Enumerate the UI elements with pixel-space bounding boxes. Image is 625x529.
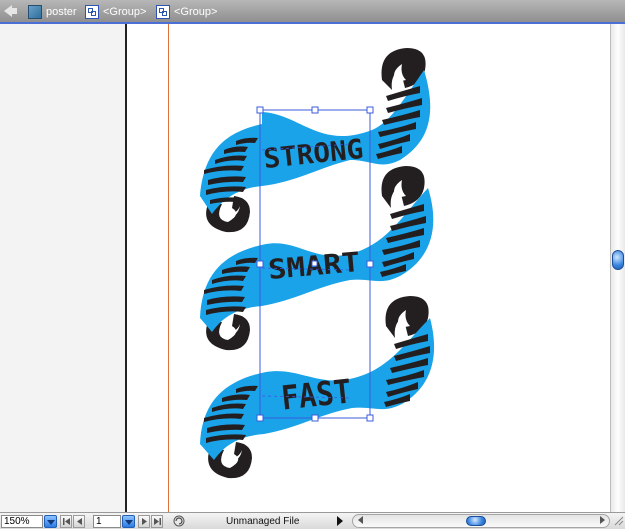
back-arrow-tail[interactable]	[12, 8, 17, 14]
next-page-icon	[142, 518, 147, 525]
scroll-left-arrow-icon[interactable]	[358, 516, 363, 524]
page-number-field[interactable]: 1	[93, 515, 121, 528]
zoom-dropdown-button[interactable]	[44, 515, 57, 528]
horizontal-scroll-thumb[interactable]	[466, 516, 486, 526]
horizontal-scrollbar[interactable]	[352, 514, 610, 528]
zoom-level-field[interactable]: 150%	[1, 515, 43, 528]
breadcrumb-label: <Group>	[103, 6, 147, 18]
banner-strong[interactable]: STRONG	[200, 48, 431, 233]
banner-text-fast: FAST	[279, 371, 353, 417]
breadcrumb-item-group-2[interactable]: <Group>	[156, 4, 217, 20]
version-cue-icon[interactable]	[173, 515, 185, 527]
banner-artwork[interactable]: STRONG SMART FAST	[0, 24, 610, 512]
last-page-button[interactable]	[151, 515, 163, 528]
previous-page-icon	[77, 518, 82, 525]
previous-page-button[interactable]	[73, 515, 85, 528]
breadcrumb-item-group-1[interactable]: <Group>	[85, 4, 146, 20]
page-dropdown-button[interactable]	[122, 515, 135, 528]
back-arrow-icon[interactable]	[4, 5, 12, 17]
layer-icon	[28, 5, 42, 19]
resize-grip-icon[interactable]	[612, 514, 624, 528]
group-icon	[85, 5, 99, 19]
vertical-scroll-thumb[interactable]	[612, 250, 624, 270]
status-menu-arrow-icon[interactable]	[337, 516, 343, 526]
breadcrumb-label: <Group>	[174, 6, 218, 18]
group-icon	[156, 5, 170, 19]
first-page-button[interactable]	[60, 515, 72, 528]
document-status-text: Unmanaged File	[226, 516, 300, 527]
breadcrumb-label: poster	[46, 6, 77, 18]
artboard-canvas[interactable]: STRONG SMART FAST	[0, 24, 610, 512]
status-bar: 150% 1 Unmanaged File	[0, 512, 625, 529]
breadcrumb-item-poster[interactable]: poster	[28, 4, 77, 20]
first-page-icon	[63, 518, 70, 525]
breadcrumb-bar: poster <Group> <Group>	[0, 0, 625, 24]
last-page-icon	[154, 518, 161, 525]
next-page-button[interactable]	[138, 515, 150, 528]
scroll-right-arrow-icon[interactable]	[600, 516, 605, 524]
vertical-scrollbar[interactable]	[610, 24, 625, 512]
